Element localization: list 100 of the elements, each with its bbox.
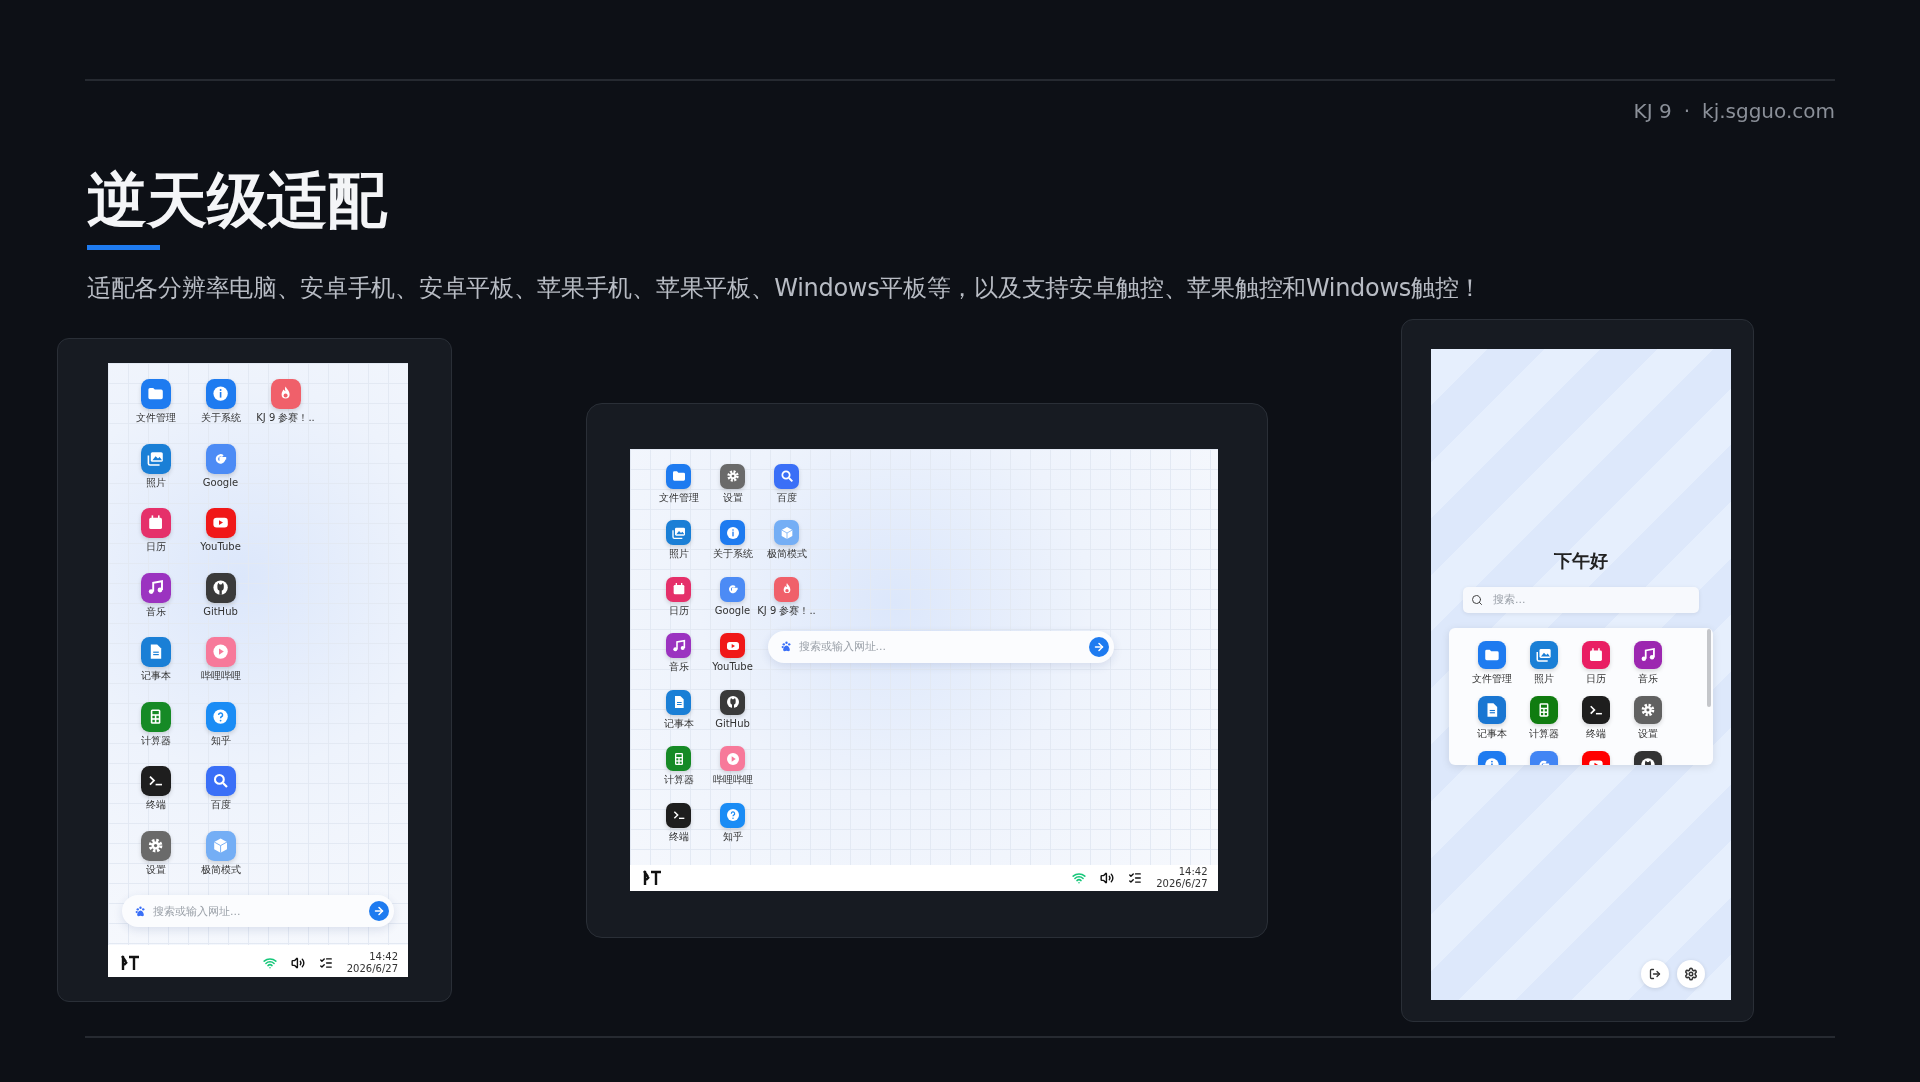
- play-icon[interactable]: [205, 637, 236, 667]
- question-icon[interactable]: [205, 701, 236, 732]
- cube-icon[interactable]: [205, 830, 236, 861]
- scrollbar[interactable]: [1707, 628, 1711, 707]
- app-label[interactable]: 关于系统: [200, 412, 241, 423]
- greeting-title: 下午好: [1553, 548, 1609, 573]
- paw-icon: [779, 640, 793, 653]
- folder-icon[interactable]: [140, 379, 171, 409]
- app-label[interactable]: 设置: [1638, 727, 1658, 739]
- calculator-icon[interactable]: [666, 746, 691, 771]
- app-label[interactable]: Google: [714, 604, 751, 616]
- music-note-icon[interactable]: [140, 572, 171, 603]
- settings-button[interactable]: [1677, 959, 1705, 988]
- flame-icon[interactable]: [270, 379, 301, 409]
- logo-icon[interactable]: [641, 868, 662, 887]
- info-icon[interactable]: [205, 379, 236, 409]
- app-label[interactable]: 哔哩哔哩: [712, 774, 753, 785]
- app-label[interactable]: 照片: [1534, 672, 1554, 684]
- checklist-icon[interactable]: [318, 956, 333, 970]
- photos-icon[interactable]: [140, 443, 171, 474]
- app-label[interactable]: 照片: [668, 548, 689, 559]
- arrow-right-icon: [373, 905, 385, 917]
- video-play-icon[interactable]: [205, 508, 236, 538]
- app-label[interactable]: 计算器: [663, 774, 694, 785]
- app-label[interactable]: 知乎: [722, 830, 743, 842]
- checklist-icon[interactable]: [1128, 870, 1143, 885]
- app-label[interactable]: 记事本: [663, 717, 694, 729]
- wifi-icon[interactable]: [1072, 870, 1087, 885]
- logout-button[interactable]: [1641, 959, 1669, 988]
- folder-icon[interactable]: [1478, 640, 1506, 669]
- go-button[interactable]: [369, 901, 389, 921]
- cat-icon[interactable]: [720, 689, 745, 715]
- app-label[interactable]: 终端: [1586, 727, 1606, 739]
- flame-icon[interactable]: [774, 576, 799, 602]
- music-note-icon[interactable]: [666, 633, 691, 658]
- app-label[interactable]: YouTube: [200, 541, 241, 552]
- app-label[interactable]: 百度: [776, 491, 797, 503]
- terminal-icon[interactable]: [1582, 695, 1610, 724]
- g-icon[interactable]: [720, 576, 745, 602]
- document-icon[interactable]: [1478, 695, 1506, 724]
- app-label[interactable]: 设置: [722, 491, 743, 503]
- app-label[interactable]: 计算器: [140, 734, 171, 746]
- terminal-icon[interactable]: [140, 766, 171, 796]
- app-label[interactable]: KJ 9 参赛！..: [757, 604, 816, 616]
- cube-icon[interactable]: [774, 520, 799, 545]
- go-button[interactable]: [1088, 636, 1109, 657]
- calendar-icon[interactable]: [140, 508, 171, 538]
- app-label[interactable]: 文件管理: [135, 412, 176, 423]
- calculator-icon[interactable]: [140, 701, 171, 732]
- calculator-icon[interactable]: [1530, 695, 1558, 724]
- app-label[interactable]: 百度: [210, 799, 231, 810]
- app-label[interactable]: 记事本: [140, 670, 171, 681]
- app-label[interactable]: 照片: [145, 476, 166, 488]
- settings-icon[interactable]: [720, 463, 745, 489]
- app-label[interactable]: Google: [202, 476, 239, 488]
- volume-icon[interactable]: [1100, 870, 1115, 885]
- app-label[interactable]: GitHub: [203, 605, 238, 617]
- app-label[interactable]: 日历: [1586, 672, 1606, 684]
- app-label[interactable]: 文件管理: [1472, 672, 1512, 684]
- app-label[interactable]: 文件管理: [658, 491, 699, 503]
- folder-icon[interactable]: [666, 463, 691, 489]
- app-label[interactable]: 音乐: [668, 661, 689, 672]
- photos-icon[interactable]: [1530, 640, 1558, 669]
- logo-icon[interactable]: [120, 954, 140, 972]
- app-label[interactable]: 终端: [668, 830, 689, 842]
- volume-icon[interactable]: [290, 956, 305, 970]
- app-label[interactable]: 日历: [145, 541, 166, 552]
- info-icon[interactable]: [720, 520, 745, 545]
- g-icon[interactable]: [205, 443, 236, 474]
- app-label[interactable]: 计算器: [1529, 727, 1559, 739]
- settings-icon[interactable]: [140, 830, 171, 861]
- music-note-icon[interactable]: [1634, 640, 1662, 669]
- play-icon[interactable]: [720, 746, 745, 771]
- app-label[interactable]: KJ 9 参赛！..: [256, 412, 315, 423]
- terminal-icon[interactable]: [666, 802, 691, 828]
- calendar-icon[interactable]: [666, 576, 691, 602]
- search-icon[interactable]: [774, 463, 799, 489]
- search-icon[interactable]: [205, 766, 236, 796]
- app-label[interactable]: YouTube: [712, 661, 753, 672]
- app-label[interactable]: 极简模式: [766, 548, 807, 559]
- app-label[interactable]: 极简模式: [200, 863, 241, 875]
- settings-icon[interactable]: [1634, 695, 1662, 724]
- app-label[interactable]: 音乐: [1638, 672, 1658, 684]
- video-play-icon[interactable]: [720, 633, 745, 658]
- question-icon[interactable]: [720, 802, 745, 828]
- wifi-icon[interactable]: [262, 956, 277, 970]
- app-label[interactable]: GitHub: [715, 717, 750, 729]
- app-label[interactable]: 哔哩哔哩: [200, 670, 241, 681]
- app-label[interactable]: 关于系统: [712, 548, 753, 559]
- document-icon[interactable]: [140, 637, 171, 667]
- app-label[interactable]: 终端: [145, 799, 166, 810]
- app-label[interactable]: 知乎: [210, 734, 231, 746]
- app-label[interactable]: 记事本: [1477, 727, 1507, 739]
- document-icon[interactable]: [666, 689, 691, 715]
- app-label[interactable]: 日历: [668, 604, 689, 616]
- photos-icon[interactable]: [666, 520, 691, 545]
- calendar-icon[interactable]: [1582, 640, 1610, 669]
- cat-icon[interactable]: [205, 572, 236, 603]
- app-label[interactable]: 音乐: [145, 605, 166, 617]
- app-label[interactable]: 设置: [145, 863, 166, 875]
